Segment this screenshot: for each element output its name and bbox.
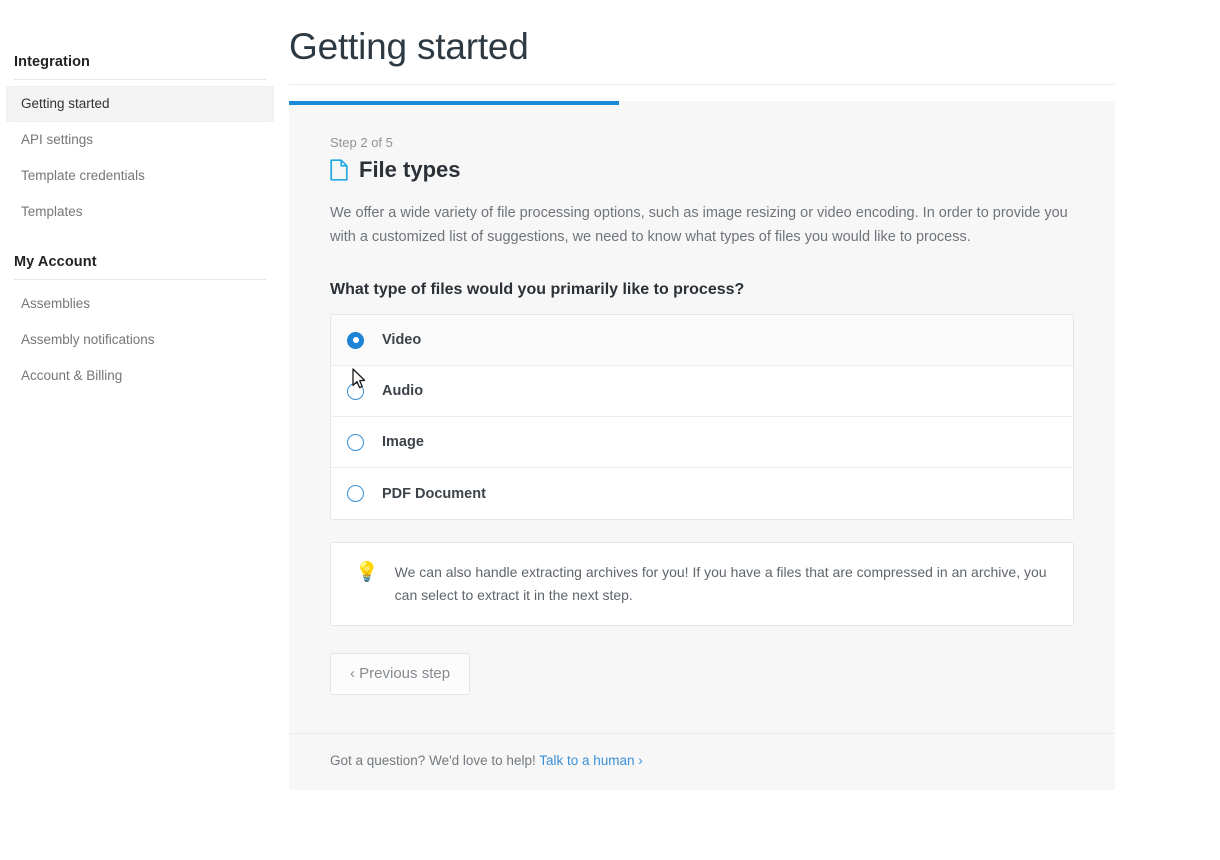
wizard-panel: Step 2 of 5 File types We offer a wide v… [289,101,1115,790]
sidebar-item-getting-started[interactable]: Getting started [6,86,274,122]
app-root: Integration Getting started API settings… [0,0,1220,860]
radio-icon-audio[interactable] [347,383,364,400]
step-description: We offer a wide variety of file processi… [330,201,1070,249]
radio-icon-video[interactable] [347,332,364,349]
sidebar-divider [14,79,266,80]
option-label-audio: Audio [382,383,423,399]
wizard-actions: ‹ Previous step [330,626,1074,733]
sidebar-item-api-settings[interactable]: API settings [6,122,274,158]
step-title-row: File types [330,157,1074,183]
page-title: Getting started [289,0,1115,84]
option-label-image: Image [382,434,424,450]
radio-icon-pdf-document[interactable] [347,485,364,502]
title-divider [289,84,1115,85]
wizard-progress-fill [289,101,619,105]
option-label-video: Video [382,332,421,348]
document-icon [330,159,348,181]
sidebar-group-my-account: My Account Assemblies Assembly notificat… [0,254,280,394]
step-title-text: File types [359,157,460,183]
sidebar-item-account-billing[interactable]: Account & Billing [6,358,274,394]
sidebar-heading-my-account: My Account [14,254,266,279]
option-audio[interactable]: Audio [331,366,1073,417]
option-label-pdf-document: PDF Document [382,486,486,502]
lightbulb-icon: 💡 [355,562,379,584]
sidebar-item-templates[interactable]: Templates [6,194,274,230]
footer-text: Got a question? We'd love to help! [330,753,536,768]
sidebar-item-assemblies[interactable]: Assemblies [6,286,274,322]
sidebar-divider [14,279,266,280]
sidebar-item-template-credentials[interactable]: Template credentials [6,158,274,194]
tip-box: 💡 We can also handle extracting archives… [330,542,1074,626]
sidebar-group-integration: Integration Getting started API settings… [0,0,280,230]
sidebar-item-assembly-notifications[interactable]: Assembly notifications [6,322,274,358]
step-counter: Step 2 of 5 [330,135,1074,150]
sidebar: Integration Getting started API settings… [0,0,280,860]
sidebar-heading-integration: Integration [14,54,266,79]
main-content: Getting started Step 2 of 5 File types W… [289,0,1115,790]
panel-footer: Got a question? We'd love to help! Talk … [289,733,1115,790]
option-image[interactable]: Image [331,417,1073,468]
radio-icon-image[interactable] [347,434,364,451]
option-pdf-document[interactable]: PDF Document [331,468,1073,519]
talk-to-a-human-link[interactable]: Talk to a human › [539,753,643,768]
tip-text: We can also handle extracting archives f… [395,561,1051,607]
previous-step-button[interactable]: ‹ Previous step [330,653,470,695]
file-type-options: Video Audio Image PDF Document [330,314,1074,520]
option-video[interactable]: Video [331,315,1073,366]
wizard-progress-bar [289,101,1115,105]
wizard-body: Step 2 of 5 File types We offer a wide v… [289,105,1115,733]
question-label: What type of files would you primarily l… [330,281,1074,299]
